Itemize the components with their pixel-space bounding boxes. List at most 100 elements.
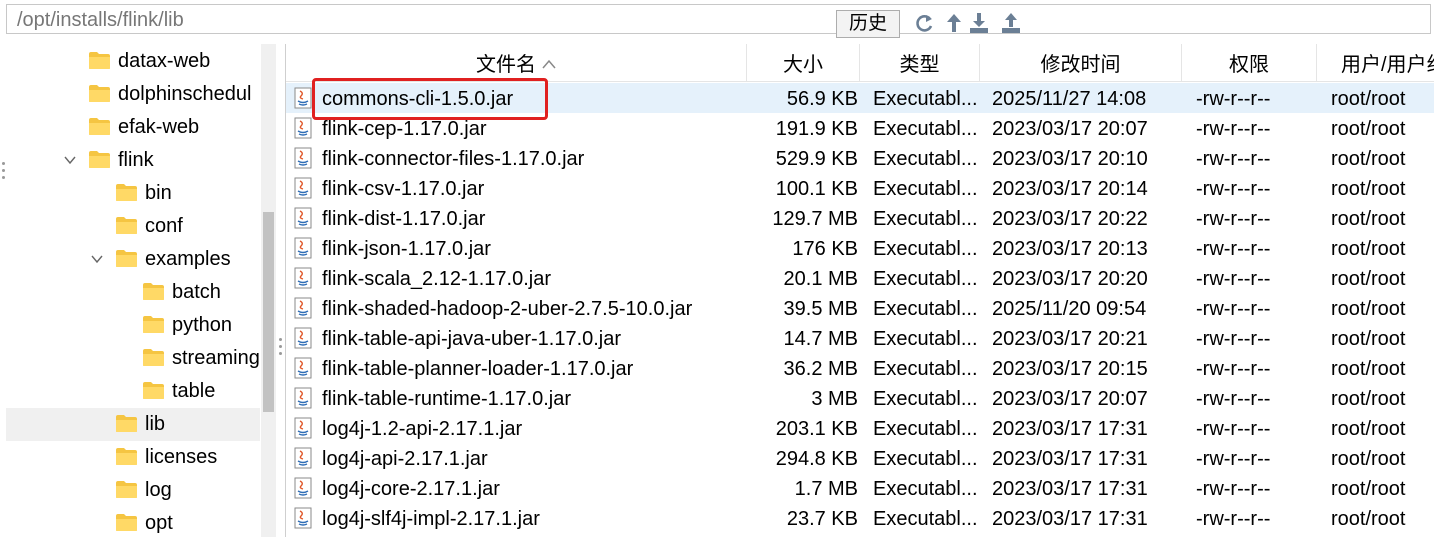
tree-item-conf[interactable]: conf <box>6 210 260 243</box>
cell-perm: -rw-r--r-- <box>1196 268 1271 290</box>
tree-item-label: efak-web <box>118 116 200 138</box>
folder-icon <box>142 381 165 400</box>
cell-mtime: 2023/03/17 20:22 <box>992 208 1148 230</box>
cell-owner: root/root <box>1331 448 1406 470</box>
cell-size: 3 MB <box>811 388 858 410</box>
cell-size: 529.9 KB <box>775 148 858 170</box>
cell-type: Executabl... <box>873 238 978 260</box>
cell-mtime: 2023/03/17 17:31 <box>992 508 1148 530</box>
path-bar: /opt/installs/flink/lib 历史 <box>0 0 1434 44</box>
tree-item-datax-web[interactable]: datax-web <box>6 45 260 78</box>
tree-item-label: streaming <box>172 347 260 369</box>
upload-icon[interactable] <box>1000 11 1022 35</box>
cell-size: 23.7 KB <box>786 508 858 530</box>
tree-item-bin[interactable]: bin <box>6 177 260 210</box>
column-header-name[interactable]: 文件名 <box>286 44 747 82</box>
cell-owner: root/root <box>1331 358 1406 380</box>
cell-perm: -rw-r--r-- <box>1196 118 1271 140</box>
cell-size: 56.9 KB <box>786 88 858 110</box>
cell-size: 191.9 KB <box>775 118 858 140</box>
table-row[interactable]: flink-connector-files-1.17.0.jar 529.9 KB… <box>286 143 1434 173</box>
column-header-type[interactable]: 类型 <box>860 44 980 82</box>
up-arrow-icon[interactable] <box>943 11 965 35</box>
tree-item-dolphinschedul[interactable]: dolphinschedul <box>6 78 260 111</box>
left-edge-grip-dot <box>2 162 5 165</box>
cell-size: 1.7 MB <box>794 478 858 500</box>
cell-mtime: 2023/03/17 20:20 <box>992 268 1148 290</box>
tree-item-batch[interactable]: batch <box>6 276 260 309</box>
cell-type: Executabl... <box>873 418 978 440</box>
tree-item-flink[interactable]: flink <box>6 144 260 177</box>
cell-size: 39.5 MB <box>783 298 858 320</box>
table-row[interactable]: flink-scala_2.12-1.17.0.jar 20.1 MB Execut… <box>286 263 1434 293</box>
cell-mtime: 2023/03/17 20:15 <box>992 358 1148 380</box>
cell-mtime: 2023/03/17 20:10 <box>992 148 1148 170</box>
history-button[interactable]: 历史 <box>836 10 900 38</box>
pane-splitter[interactable] <box>276 44 284 537</box>
tree-item-licenses[interactable]: licenses <box>6 441 260 474</box>
table-row[interactable]: flink-csv-1.17.0.jar 100.1 KB Executabl...… <box>286 173 1434 203</box>
cell-mtime: 2023/03/17 20:13 <box>992 238 1148 260</box>
cell-owner: root/root <box>1331 238 1406 260</box>
table-row[interactable]: flink-dist-1.17.0.jar 129.7 MB Executabl..… <box>286 203 1434 233</box>
cell-mtime: 2023/03/17 20:07 <box>992 118 1148 140</box>
download-icon[interactable] <box>968 11 990 35</box>
folder-icon <box>142 315 165 334</box>
cell-size: 20.1 MB <box>783 268 858 290</box>
table-row[interactable]: log4j-slf4j-impl-2.17.1.jar 23.7 KB Execut… <box>286 503 1434 533</box>
table-row[interactable]: flink-table-api-java-uber-1.17.0.jar 14.7… <box>286 323 1434 353</box>
tree-item-label: flink <box>118 149 154 171</box>
folder-icon <box>142 282 165 301</box>
cell-perm: -rw-r--r-- <box>1196 418 1271 440</box>
java-jar-file-icon <box>293 147 313 169</box>
tree-item-efak-web[interactable]: efak-web <box>6 111 260 144</box>
left-edge-grip-dot <box>2 169 5 172</box>
tree-item-opt[interactable]: opt <box>6 507 260 537</box>
java-jar-file-icon <box>293 387 313 409</box>
tree-item-label: log <box>145 479 172 501</box>
table-row[interactable]: flink-table-planner-loader-1.17.0.jar 36.… <box>286 353 1434 383</box>
highlight-annotation-box <box>312 78 548 120</box>
cell-name: log4j-core-2.17.1.jar <box>322 478 500 500</box>
cell-perm: -rw-r--r-- <box>1196 238 1271 260</box>
tree-item-examples[interactable]: examples <box>6 243 260 276</box>
tree-item-log[interactable]: log <box>6 474 260 507</box>
table-row[interactable]: flink-table-runtime-1.17.0.jar 3 MB Execut… <box>286 383 1434 413</box>
java-jar-file-icon <box>293 447 313 469</box>
cell-type: Executabl... <box>873 448 978 470</box>
tree-item-label: datax-web <box>118 50 211 72</box>
column-header-mtime[interactable]: 修改时间 <box>980 44 1182 82</box>
expand-chevron-icon[interactable] <box>90 252 104 266</box>
cell-perm: -rw-r--r-- <box>1196 478 1271 500</box>
cell-owner: root/root <box>1331 508 1406 530</box>
cell-name: log4j-api-2.17.1.jar <box>322 448 488 470</box>
table-row[interactable]: flink-shaded-hadoop-2-uber-2.7.5-10.0.ja… <box>286 293 1434 323</box>
tree-item-python[interactable]: python <box>6 309 260 342</box>
folder-icon <box>115 447 138 466</box>
column-header-owner[interactable]: 用户/用户组 <box>1317 44 1434 82</box>
folder-icon <box>88 150 111 169</box>
path-input[interactable]: /opt/installs/flink/lib <box>6 4 1431 34</box>
tree-item-lib[interactable]: lib <box>6 408 260 441</box>
tree-scrollbar-thumb[interactable] <box>263 212 274 412</box>
refresh-icon[interactable] <box>913 11 935 35</box>
folder-icon <box>115 414 138 433</box>
expand-chevron-icon[interactable] <box>63 153 77 167</box>
column-header-size-label: 大小 <box>783 54 823 76</box>
table-row[interactable]: log4j-core-2.17.1.jar 1.7 MB Executabl... 2… <box>286 473 1434 503</box>
cell-perm: -rw-r--r-- <box>1196 178 1271 200</box>
cell-name: flink-table-api-java-uber-1.17.0.jar <box>322 328 622 350</box>
column-header-type-label: 类型 <box>899 54 940 76</box>
table-row[interactable]: flink-json-1.17.0.jar 176 KB Executabl... 2… <box>286 233 1434 263</box>
java-jar-file-icon <box>293 417 313 439</box>
tree-item-label: lib <box>145 413 166 435</box>
cell-mtime: 2023/03/17 20:14 <box>992 178 1148 200</box>
cell-name: flink-shaded-hadoop-2-uber-2.7.5-10.0.ja… <box>322 298 693 320</box>
splitter-grip-dot <box>279 338 282 341</box>
tree-item-table[interactable]: table <box>6 375 260 408</box>
tree-item-streaming[interactable]: streaming <box>6 342 260 375</box>
column-header-perm[interactable]: 权限 <box>1182 44 1317 82</box>
table-row[interactable]: log4j-1.2-api-2.17.1.jar 203.1 KB Executab… <box>286 413 1434 443</box>
table-row[interactable]: log4j-api-2.17.1.jar 294.8 KB Executabl...… <box>286 443 1434 473</box>
column-header-size[interactable]: 大小 <box>747 44 860 82</box>
